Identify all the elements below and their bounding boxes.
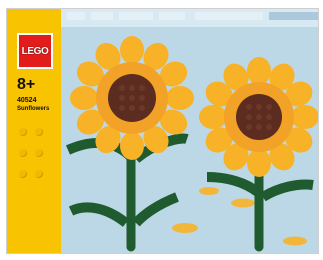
center-stud <box>246 104 252 110</box>
center-stud <box>119 105 125 111</box>
set-number: 40524 <box>17 97 37 104</box>
loose-petal <box>172 223 198 233</box>
logo-text: LEGO <box>21 45 49 57</box>
center-studs <box>119 85 145 111</box>
product-box: LEGO 8+ 40524 Sunflowers <box>6 8 319 254</box>
center-studs <box>246 104 272 130</box>
center-stud <box>256 114 262 120</box>
petal <box>199 105 227 129</box>
center-stud <box>256 104 262 110</box>
center-stud <box>246 124 252 130</box>
stud-icon <box>19 170 27 178</box>
loose-petal <box>231 198 255 208</box>
center-stud <box>266 104 272 110</box>
top-label <box>67 12 85 20</box>
center-stud <box>129 85 135 91</box>
center-stud <box>139 95 145 101</box>
top-label <box>91 12 113 20</box>
center-stud <box>256 124 262 130</box>
center-stud <box>129 105 135 111</box>
petal <box>247 149 271 177</box>
decorative-studs <box>17 124 51 187</box>
stud-icon <box>35 170 44 178</box>
top-label <box>159 12 185 20</box>
center-stud <box>119 95 125 101</box>
stud-icon <box>35 149 44 157</box>
loose-petal <box>283 236 307 246</box>
top-label <box>269 12 318 20</box>
petal <box>120 36 144 64</box>
center-stud <box>139 85 145 91</box>
sunflower-scene <box>61 27 318 253</box>
right-sunflower <box>199 57 318 177</box>
lego-logo-icon: LEGO <box>17 33 53 69</box>
center-stud <box>119 85 125 91</box>
left-leaf <box>132 192 179 227</box>
center-stud <box>139 105 145 111</box>
left-leaf <box>68 202 130 228</box>
loose-petal <box>199 187 219 195</box>
center-stud <box>266 124 272 130</box>
right-leaf <box>260 179 314 202</box>
stud-icon <box>19 128 27 136</box>
center-stud <box>246 114 252 120</box>
petal <box>291 105 318 129</box>
age-label: 8+ <box>17 76 36 93</box>
top-label <box>195 12 263 20</box>
top-label <box>119 12 153 20</box>
petal <box>166 86 194 110</box>
stud-icon <box>19 149 27 157</box>
center-stud <box>266 114 272 120</box>
petal <box>70 86 98 110</box>
stud-icon <box>35 128 44 136</box>
set-name: Sunflowers <box>17 106 50 112</box>
petal <box>247 57 271 85</box>
petal <box>120 132 144 160</box>
center-stud <box>129 95 135 101</box>
sunflowers-illustration <box>65 36 318 252</box>
